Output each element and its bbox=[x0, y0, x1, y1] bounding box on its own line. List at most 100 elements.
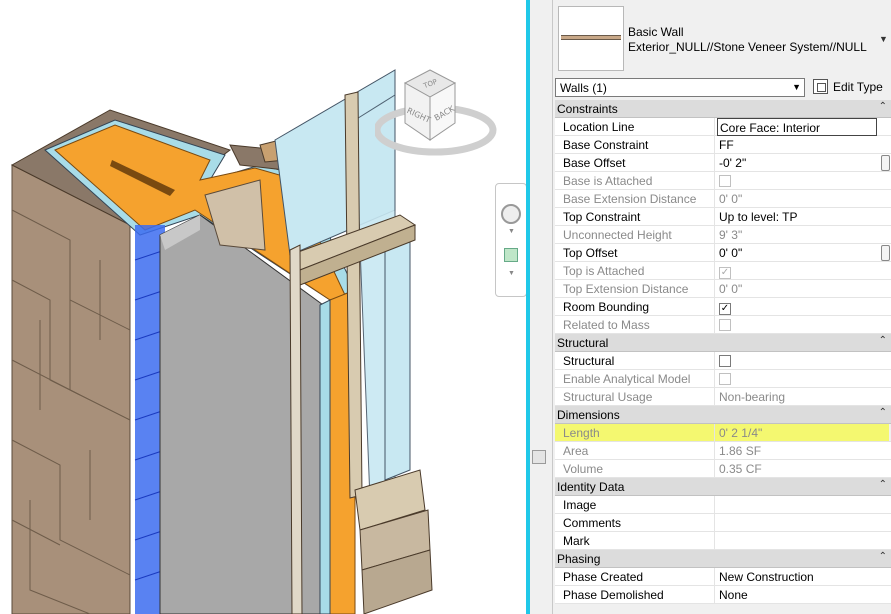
edit-type-button[interactable]: Edit Type bbox=[811, 77, 889, 97]
property-label: Length bbox=[555, 424, 715, 442]
collapse-icon[interactable]: ⌃ bbox=[879, 479, 887, 490]
properties-palette: Basic Wall Exterior_NULL//Stone Veneer S… bbox=[553, 0, 891, 614]
group-structural[interactable]: Structural⌃ bbox=[555, 334, 891, 352]
property-label: Base Extension Distance bbox=[555, 190, 715, 208]
type-selector[interactable]: Basic Wall Exterior_NULL//Stone Veneer S… bbox=[553, 0, 891, 76]
property-value[interactable]: FF bbox=[717, 136, 891, 154]
collapse-icon[interactable]: ⌃ bbox=[879, 551, 887, 562]
property-value[interactable] bbox=[717, 352, 891, 370]
collapse-icon[interactable]: ⌃ bbox=[879, 407, 887, 418]
property-label: Enable Analytical Model bbox=[555, 370, 715, 388]
property-row[interactable]: Mark bbox=[555, 532, 891, 550]
property-row[interactable]: Room Bounding ✓ bbox=[555, 298, 891, 316]
property-value: 0' 2 1/4" bbox=[717, 424, 891, 442]
zoom-icon[interactable] bbox=[504, 248, 518, 262]
property-label: Top Extension Distance bbox=[555, 280, 715, 298]
property-label: Volume bbox=[555, 460, 715, 478]
property-value[interactable]: 0' 0" bbox=[717, 244, 891, 262]
property-label: Base Constraint bbox=[555, 136, 715, 154]
property-value[interactable]: New Construction bbox=[717, 568, 891, 586]
dropdown-icon[interactable]: ▼ bbox=[792, 82, 801, 92]
property-row[interactable]: Image bbox=[555, 496, 891, 514]
property-value: 0' 0" bbox=[717, 190, 891, 208]
collapse-icon[interactable]: ⌃ bbox=[879, 101, 887, 112]
property-label: Room Bounding bbox=[555, 298, 715, 316]
property-value[interactable]: Core Face: Interior bbox=[717, 118, 877, 136]
property-value: 1.86 SF bbox=[717, 442, 891, 460]
property-row[interactable]: Base Offset-0' 2" bbox=[555, 154, 891, 172]
property-label: Location Line bbox=[555, 118, 715, 136]
property-row[interactable]: Base ConstraintFF bbox=[555, 136, 891, 154]
property-label: Phase Demolished bbox=[555, 586, 715, 604]
property-label: Structural Usage bbox=[555, 388, 715, 406]
edit-type-label: Edit Type bbox=[833, 80, 883, 94]
property-label: Top Constraint bbox=[555, 208, 715, 226]
group-title: Constraints bbox=[557, 102, 618, 116]
chevron-down-icon[interactable]: ▼ bbox=[508, 228, 515, 235]
viewcube[interactable]: TOP RIGHT BACK bbox=[375, 65, 505, 165]
3d-viewport[interactable]: TOP RIGHT BACK ▼ ▼ bbox=[0, 0, 526, 614]
property-row: Top Extension Distance0' 0" bbox=[555, 280, 891, 298]
dropdown-icon[interactable]: ▼ bbox=[879, 34, 888, 44]
instance-filter-dropdown[interactable]: Walls (1) ▼ bbox=[555, 78, 805, 97]
property-row: Structural UsageNon-bearing bbox=[555, 388, 891, 406]
instance-filter-label: Walls (1) bbox=[560, 81, 607, 95]
group-phasing[interactable]: Phasing ⌃ bbox=[555, 550, 891, 568]
property-label: Base is Attached bbox=[555, 172, 715, 190]
property-row: Related to Mass bbox=[555, 316, 891, 334]
property-row: Unconnected Height9' 3" bbox=[555, 226, 891, 244]
property-label: Comments bbox=[555, 514, 715, 532]
property-row[interactable]: Phase DemolishedNone bbox=[555, 586, 891, 604]
type-family-name: Basic Wall bbox=[628, 25, 684, 39]
property-value bbox=[717, 172, 891, 190]
value-scroll-nub[interactable] bbox=[881, 245, 890, 261]
property-value[interactable]: None bbox=[717, 586, 891, 604]
group-constraints[interactable]: Constraints ⌃ bbox=[555, 100, 891, 118]
property-value[interactable] bbox=[717, 496, 891, 514]
property-value[interactable]: -0' 2" bbox=[717, 154, 891, 172]
property-value: Non-bearing bbox=[717, 388, 891, 406]
property-row[interactable]: Location LineCore Face: Interior bbox=[555, 118, 891, 136]
property-label: Phase Created bbox=[555, 568, 715, 586]
value-scroll-nub[interactable] bbox=[881, 155, 890, 171]
steering-wheel-icon[interactable] bbox=[501, 204, 521, 224]
property-value[interactable]: Up to level: TP bbox=[717, 208, 891, 226]
collapse-icon[interactable]: ⌃ bbox=[879, 335, 887, 346]
property-value[interactable] bbox=[717, 514, 891, 532]
property-value[interactable] bbox=[717, 532, 891, 550]
property-row: Area1.86 SF bbox=[555, 442, 891, 460]
viewcube-icon[interactable]: TOP RIGHT BACK bbox=[375, 65, 505, 165]
property-value: 0.35 CF bbox=[717, 460, 891, 478]
property-label: Area bbox=[555, 442, 715, 460]
property-value bbox=[717, 370, 891, 388]
checkbox-icon bbox=[719, 319, 731, 331]
splitter-handle[interactable] bbox=[532, 450, 546, 464]
property-row: Enable Analytical Model bbox=[555, 370, 891, 388]
property-label: Base Offset bbox=[555, 154, 715, 172]
property-row[interactable]: Top Offset0' 0" bbox=[555, 244, 891, 262]
group-title: Phasing bbox=[557, 552, 600, 566]
group-identity-data[interactable]: Identity Data⌃ bbox=[555, 478, 891, 496]
chevron-down-icon[interactable]: ▼ bbox=[508, 270, 515, 277]
property-value: 0' 0" bbox=[717, 280, 891, 298]
property-label: Unconnected Height bbox=[555, 226, 715, 244]
type-name: Exterior_NULL//Stone Veneer System//NULL bbox=[628, 40, 867, 54]
checkbox-icon[interactable]: ✓ bbox=[719, 303, 731, 315]
checkbox-icon bbox=[719, 373, 731, 385]
property-label: Top is Attached bbox=[555, 262, 715, 280]
property-value: 9' 3" bbox=[717, 226, 891, 244]
checkbox-icon[interactable] bbox=[719, 355, 731, 367]
property-row[interactable]: Top ConstraintUp to level: TP bbox=[555, 208, 891, 226]
property-row: Volume0.35 CF bbox=[555, 460, 891, 478]
property-value[interactable]: ✓ bbox=[717, 298, 891, 316]
group-dimensions[interactable]: Dimensions⌃ bbox=[555, 406, 891, 424]
property-row[interactable]: Structural bbox=[555, 352, 891, 370]
navigation-bar: ▼ ▼ bbox=[495, 183, 526, 297]
property-row-length: Length0' 2 1/4" bbox=[555, 424, 891, 442]
property-row[interactable]: Phase CreatedNew Construction bbox=[555, 568, 891, 586]
property-row: Base Extension Distance0' 0" bbox=[555, 190, 891, 208]
property-row[interactable]: Comments bbox=[555, 514, 891, 532]
checkbox-icon: ✓ bbox=[719, 267, 731, 279]
checkbox-icon bbox=[719, 175, 731, 187]
property-row: Base is Attached bbox=[555, 172, 891, 190]
